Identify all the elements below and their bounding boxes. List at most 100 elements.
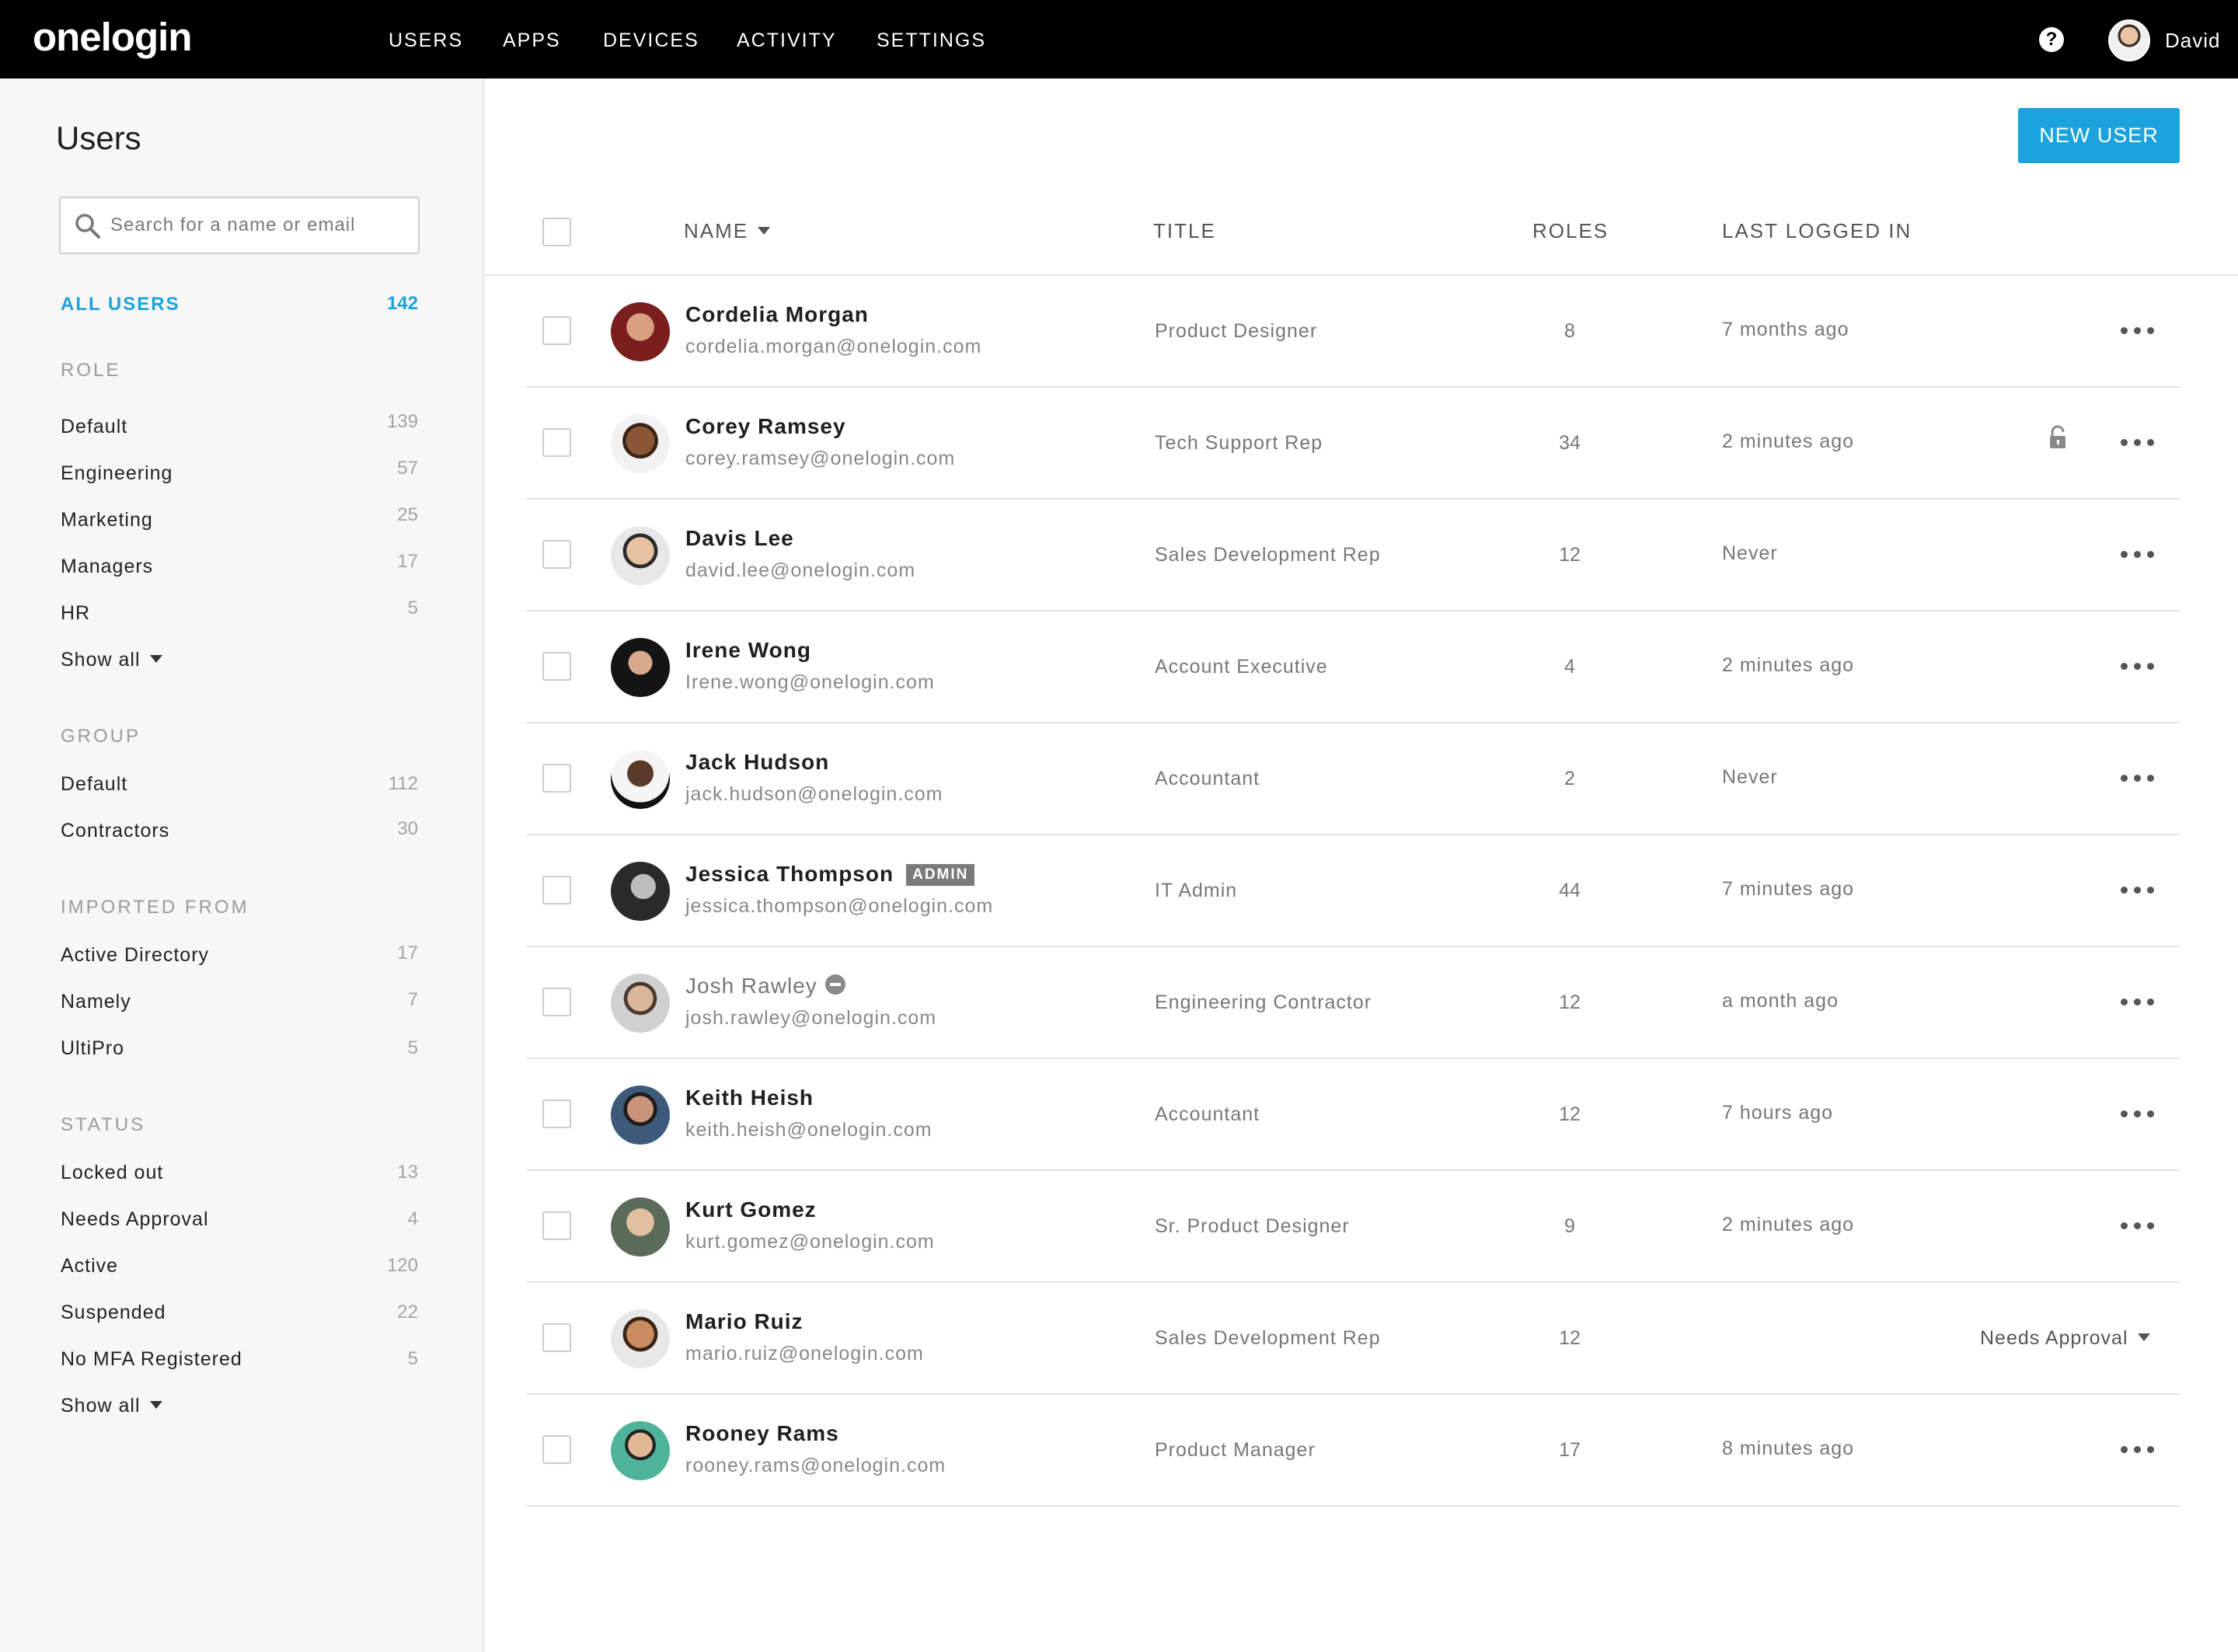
import-count: 17: [397, 943, 418, 964]
table-row[interactable]: Corey Ramsey corey.ramsey@onelogin.com T…: [526, 388, 2180, 500]
more-actions-icon[interactable]: [2121, 1437, 2160, 1460]
user-name-link[interactable]: Josh Rawley: [685, 972, 845, 1000]
status-show-all[interactable]: Show all: [61, 1392, 162, 1419]
avatar: [611, 526, 670, 585]
table-row[interactable]: Keith Heish keith.heish@onelogin.com Acc…: [526, 1059, 2180, 1171]
table-row[interactable]: Kurt Gomez kurt.gomez@onelogin.com Sr. P…: [526, 1171, 2180, 1283]
help-icon[interactable]: ?: [2039, 27, 2064, 52]
user-name-link[interactable]: Irene Wong: [685, 636, 811, 664]
user-name-link[interactable]: Mario Ruiz: [685, 1308, 804, 1336]
user-name-link[interactable]: Corey Ramsey: [685, 413, 846, 441]
needs-approval-dropdown[interactable]: Needs Approval: [1980, 1325, 2150, 1351]
search-input[interactable]: [110, 198, 413, 253]
row-checkbox[interactable]: [542, 1435, 571, 1464]
filter-import-active-directory[interactable]: Active Directory: [61, 942, 209, 968]
filter-all-users[interactable]: ALL USERS: [61, 291, 180, 318]
show-all-label: Show all: [61, 649, 141, 671]
table-row[interactable]: Jessica Thompson ADMIN jessica.thompson@o…: [526, 835, 2180, 947]
row-checkbox[interactable]: [542, 876, 571, 904]
all-users-count: 142: [386, 293, 418, 314]
column-header-name[interactable]: NAME: [684, 218, 771, 244]
table-row[interactable]: Josh Rawley josh.rawley@onelogin.com Eng…: [526, 947, 2180, 1059]
user-email: jack.hudson@onelogin.com: [685, 783, 943, 805]
table-row[interactable]: Jack Hudson jack.hudson@onelogin.com Acc…: [526, 723, 2180, 835]
column-header-roles[interactable]: ROLES: [1532, 218, 1609, 244]
nav-users[interactable]: USERS: [389, 26, 463, 54]
row-checkbox[interactable]: [542, 764, 571, 793]
unlock-icon[interactable]: [2048, 425, 2067, 450]
user-title: IT Admin: [1155, 880, 1238, 901]
row-checkbox[interactable]: [542, 1100, 571, 1128]
user-last-logged-in: 2 minutes ago: [1722, 1214, 1855, 1236]
new-user-button[interactable]: NEW USER: [2018, 108, 2180, 163]
user-name-link[interactable]: Cordelia Morgan: [685, 301, 869, 329]
filter-status-suspended[interactable]: Suspended: [61, 1299, 166, 1326]
avatar: [611, 302, 670, 361]
filter-role-hr[interactable]: HR: [61, 600, 90, 626]
user-name-link[interactable]: Rooney Rams: [685, 1420, 839, 1448]
table-row[interactable]: Davis Lee david.lee@onelogin.com Sales D…: [526, 500, 2180, 612]
filter-status-active[interactable]: Active: [61, 1253, 118, 1279]
imported-heading: IMPORTED FROM: [61, 897, 249, 918]
user-name-link[interactable]: Jessica Thompson ADMIN: [685, 860, 975, 888]
user-email: josh.rawley@onelogin.com: [685, 1007, 937, 1029]
more-actions-icon[interactable]: [2121, 430, 2160, 453]
filter-role-default[interactable]: Default: [61, 413, 127, 440]
table-row[interactable]: Mario Ruiz mario.ruiz@onelogin.com Sales…: [526, 1283, 2180, 1395]
user-email: david.lee@onelogin.com: [685, 559, 916, 581]
column-header-title[interactable]: TITLE: [1153, 218, 1216, 244]
row-checkbox[interactable]: [542, 428, 571, 457]
more-actions-icon[interactable]: [2121, 765, 2160, 789]
user-name-link[interactable]: Keith Heish: [685, 1084, 814, 1112]
user-name-link[interactable]: Jack Hudson: [685, 748, 829, 776]
select-all-checkbox[interactable]: [542, 218, 571, 246]
table-row[interactable]: Irene Wong Irene.wong@onelogin.com Accou…: [526, 612, 2180, 723]
user-name-link[interactable]: Kurt Gomez: [685, 1196, 817, 1224]
row-checkbox[interactable]: [542, 1211, 571, 1240]
admin-badge: ADMIN: [906, 864, 975, 886]
user-roles-count: 12: [1559, 1327, 1581, 1349]
row-checkbox[interactable]: [542, 652, 571, 681]
row-checkbox[interactable]: [542, 988, 571, 1016]
avatar: [611, 638, 670, 697]
more-actions-icon[interactable]: [2121, 877, 2160, 901]
search-box[interactable]: [59, 197, 420, 254]
more-actions-icon[interactable]: [2121, 989, 2160, 1012]
avatar: [611, 1309, 670, 1368]
nav-activity[interactable]: ACTIVITY: [737, 26, 837, 54]
filter-role-marketing[interactable]: Marketing: [61, 507, 153, 533]
filter-role-managers[interactable]: Managers: [61, 553, 153, 580]
more-actions-icon[interactable]: [2121, 1213, 2160, 1236]
more-actions-icon[interactable]: [2121, 318, 2160, 341]
nav-apps[interactable]: APPS: [503, 26, 561, 54]
table-row[interactable]: Cordelia Morgan cordelia.morgan@onelogin…: [526, 276, 2180, 388]
user-email: jessica.thompson@onelogin.com: [685, 895, 994, 917]
row-checkbox[interactable]: [542, 540, 571, 569]
table-row[interactable]: Rooney Rams rooney.rams@onelogin.com Pro…: [526, 1395, 2180, 1507]
avatar: [611, 750, 670, 809]
role-show-all[interactable]: Show all: [61, 647, 162, 673]
caret-down-icon: [2137, 1333, 2150, 1342]
filter-status-locked-out[interactable]: Locked out: [61, 1159, 163, 1186]
row-checkbox[interactable]: [542, 316, 571, 345]
filter-import-namely[interactable]: Namely: [61, 988, 131, 1015]
more-actions-icon[interactable]: [2121, 1101, 2160, 1124]
user-roles-count: 4: [1564, 656, 1575, 678]
column-header-last-logged-in[interactable]: LAST LOGGED IN: [1722, 218, 1912, 244]
row-checkbox[interactable]: [542, 1323, 571, 1352]
onelogin-logo[interactable]: onelogin: [33, 12, 192, 62]
filter-group-contractors[interactable]: Contractors: [61, 817, 169, 844]
filter-group-default[interactable]: Default: [61, 771, 127, 797]
avatar: [611, 862, 670, 921]
filter-status-no-mfa[interactable]: No MFA Registered: [61, 1346, 242, 1372]
nav-devices[interactable]: DEVICES: [603, 26, 699, 54]
more-actions-icon[interactable]: [2121, 542, 2160, 565]
nav-settings[interactable]: SETTINGS: [877, 26, 986, 54]
user-name-link[interactable]: Davis Lee: [685, 525, 794, 552]
filter-role-engineering[interactable]: Engineering: [61, 460, 173, 486]
current-user-name[interactable]: David: [2165, 26, 2220, 54]
filter-status-needs-approval[interactable]: Needs Approval: [61, 1206, 209, 1232]
more-actions-icon[interactable]: [2121, 653, 2160, 677]
filter-import-ultipro[interactable]: UltiPro: [61, 1035, 124, 1061]
current-user-avatar[interactable]: [2108, 19, 2150, 61]
